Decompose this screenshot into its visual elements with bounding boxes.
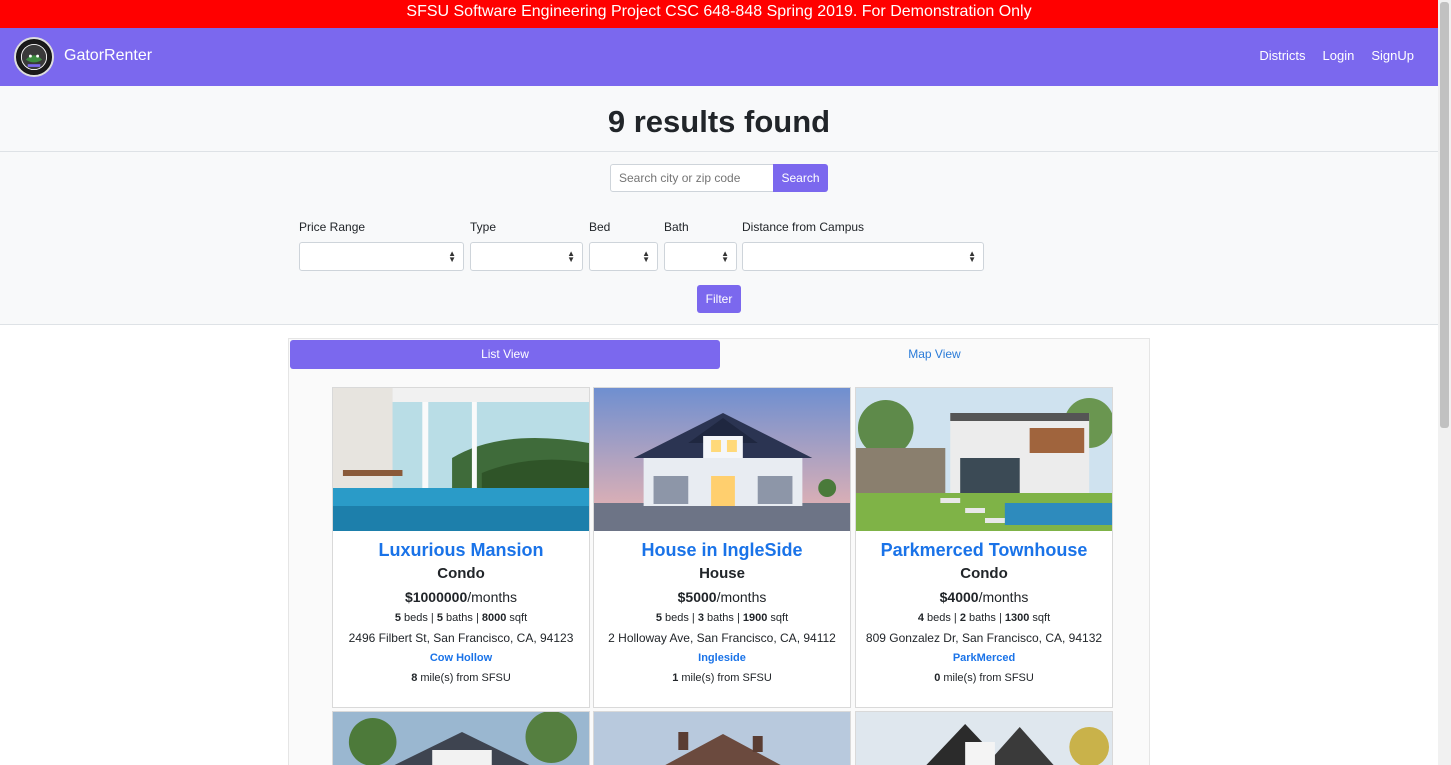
scrollbar-thumb[interactable] bbox=[1440, 2, 1449, 428]
listing-card[interactable]: Luxurious Mansion Condo $1000000/months … bbox=[332, 387, 590, 708]
listing-distance: 8 mile(s) from SFSU bbox=[411, 672, 511, 684]
bed-select[interactable]: ▲ ▼ bbox=[589, 242, 658, 271]
listing-photo[interactable] bbox=[333, 388, 589, 531]
listing-photo[interactable] bbox=[594, 388, 850, 531]
listing-specs: 5 beds | 3 baths | 1900 sqft bbox=[655, 612, 789, 624]
listing-price: $1000000/months bbox=[404, 589, 518, 605]
listing-photo[interactable] bbox=[594, 712, 850, 765]
tab-list-view[interactable]: List View bbox=[290, 340, 720, 369]
listing-card[interactable] bbox=[593, 711, 851, 765]
listing-photo[interactable] bbox=[856, 388, 1112, 531]
results-count-title: 9 results found bbox=[607, 104, 831, 139]
listing-card[interactable]: Parkmerced Townhouse Condo $4000/months … bbox=[855, 387, 1113, 708]
distance-label: Distance from Campus bbox=[742, 220, 865, 234]
type-label: Type bbox=[470, 220, 497, 234]
sort-arrows-icon: ▲ ▼ bbox=[567, 249, 575, 264]
listing-title[interactable]: Luxurious Mansion bbox=[333, 539, 589, 561]
bed-filter: Bed ▲ ▼ bbox=[589, 220, 658, 271]
distance-filter: Distance from Campus ▲ ▼ bbox=[742, 220, 984, 271]
listing-card[interactable] bbox=[855, 711, 1113, 765]
listing-district-link[interactable]: ParkMerced bbox=[856, 649, 1112, 667]
listing-card[interactable]: House in IngleSide House $5000/months 5 … bbox=[593, 387, 851, 708]
distance-select[interactable]: ▲ ▼ bbox=[742, 242, 984, 271]
filter-button[interactable]: Filter bbox=[697, 285, 741, 313]
sort-arrows-icon: ▲ ▼ bbox=[721, 249, 729, 264]
bath-select[interactable]: ▲ ▼ bbox=[664, 242, 737, 271]
listing-title[interactable]: Parkmerced Townhouse bbox=[856, 539, 1112, 561]
listing-title[interactable]: House in IngleSide bbox=[594, 539, 850, 561]
listing-card[interactable] bbox=[332, 711, 590, 765]
navbar: GatorRenter Districts Login SignUp bbox=[0, 28, 1438, 86]
listing-type: House bbox=[699, 565, 745, 582]
tab-map-view[interactable]: Map View bbox=[720, 340, 1149, 369]
listing-photo[interactable] bbox=[333, 712, 589, 765]
listing-type: Condo bbox=[960, 565, 1008, 582]
gator-logo-icon[interactable] bbox=[14, 37, 54, 77]
listing-specs: 5 beds | 5 baths | 8000 sqft bbox=[394, 612, 528, 624]
listing-type: Condo bbox=[437, 565, 485, 582]
results-header: 9 results found bbox=[0, 86, 1438, 152]
sort-arrows-icon: ▲ ▼ bbox=[448, 249, 456, 264]
bath-filter: Bath ▲ ▼ bbox=[664, 220, 737, 271]
brand-name[interactable]: GatorRenter bbox=[64, 47, 152, 65]
sort-arrows-icon: ▲ ▼ bbox=[968, 249, 976, 264]
listing-district-link[interactable]: Cow Hollow bbox=[333, 649, 589, 667]
listing-specs: 4 beds | 2 baths | 1300 sqft bbox=[917, 612, 1051, 624]
listing-distance: 0 mile(s) from SFSU bbox=[934, 672, 1034, 684]
nav-links: Districts Login SignUp bbox=[1259, 48, 1414, 63]
listing-address: 809 Gonzalez Dr, San Francisco, CA, 9413… bbox=[865, 631, 1103, 645]
bed-label: Bed bbox=[589, 220, 611, 234]
search-button[interactable]: Search bbox=[773, 164, 828, 192]
search-filter-section: Search Price Range ▲▼ Type ▲▼ Bed ▲▼ Bat… bbox=[0, 152, 1438, 325]
listing-photo[interactable] bbox=[856, 712, 1112, 765]
nav-link-districts[interactable]: Districts bbox=[1259, 48, 1305, 63]
page-scrollbar[interactable] bbox=[1438, 0, 1451, 765]
type-select[interactable]: ▲ ▼ bbox=[470, 242, 583, 271]
listing-price: $4000/months bbox=[939, 589, 1029, 605]
price-range-filter: Price Range ▲ ▼ bbox=[299, 220, 464, 271]
listing-address: 2496 Filbert St, San Francisco, CA, 9412… bbox=[348, 631, 574, 645]
nav-link-signup[interactable]: SignUp bbox=[1371, 48, 1414, 63]
sort-arrows-icon: ▲ ▼ bbox=[642, 249, 650, 264]
nav-link-login[interactable]: Login bbox=[1323, 48, 1355, 63]
price-range-label: Price Range bbox=[299, 220, 366, 234]
listing-address: 2 Holloway Ave, San Francisco, CA, 94112 bbox=[608, 631, 836, 645]
price-range-select[interactable]: ▲ ▼ bbox=[299, 242, 464, 271]
type-filter: Type ▲ ▼ bbox=[470, 220, 583, 271]
listing-distance: 1 mile(s) from SFSU bbox=[672, 672, 772, 684]
listing-price: $5000/months bbox=[677, 589, 767, 605]
search-input[interactable] bbox=[610, 164, 774, 192]
bath-label: Bath bbox=[664, 220, 689, 234]
demo-banner: SFSU Software Engineering Project CSC 64… bbox=[0, 0, 1438, 28]
listing-district-link[interactable]: Ingleside bbox=[594, 649, 850, 667]
